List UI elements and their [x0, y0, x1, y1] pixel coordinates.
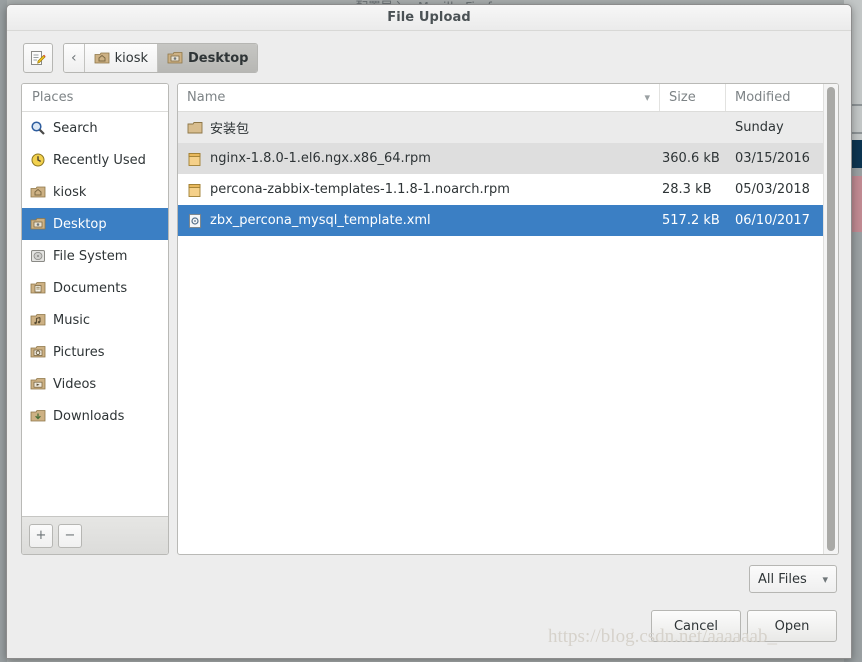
file-upload-dialog: File Upload ‹ kiosk Desktop Places Searc…	[6, 4, 852, 659]
file-list-rows: 安装包 Sunday nginx-1.8.0-1.el6.ngx.x86_64.…	[178, 112, 838, 554]
file-size-cell: 28.3 kB	[662, 182, 712, 197]
dialog-body: Places Search Recently Used kiosk Deskto…	[7, 83, 851, 555]
sidebar-item-documents[interactable]: Documents	[22, 272, 168, 304]
sidebar-item-label: Music	[53, 312, 90, 328]
file-type-filter-value: All Files	[758, 571, 807, 587]
remove-bookmark-button[interactable]: −	[58, 523, 82, 548]
column-header-modified-label: Modified	[735, 90, 791, 105]
file-name-label: nginx-1.8.0-1.el6.ngx.x86_64.rpm	[210, 151, 431, 166]
file-list-header: Name ▾ Size Modified	[178, 84, 838, 112]
sidebar-item-label: Documents	[53, 280, 128, 296]
dialog-title: File Upload	[387, 10, 471, 25]
desktop-folder-icon	[167, 50, 183, 66]
videos-folder-icon	[30, 376, 46, 392]
home-folder-icon	[94, 50, 110, 66]
sidebar-item-pictures[interactable]: Pictures	[22, 336, 168, 368]
sidebar-item-label: Desktop	[53, 216, 107, 232]
file-modified-cell: 06/10/2017	[735, 213, 810, 228]
xml-file-icon	[187, 213, 203, 229]
open-button[interactable]: Open	[747, 610, 837, 642]
table-row[interactable]: percona-zabbix-templates-1.1.8-1.noarch.…	[178, 174, 838, 205]
package-icon	[187, 151, 203, 167]
edit-pencil-icon	[30, 50, 46, 66]
folder-icon	[187, 120, 203, 136]
sidebar-item-label: Videos	[53, 376, 97, 392]
places-sidebar: Places Search Recently Used kiosk Deskto…	[21, 83, 169, 555]
file-modified-cell: 03/15/2016	[735, 151, 810, 166]
home-folder-icon	[30, 184, 46, 200]
pictures-folder-icon	[30, 344, 46, 360]
chevron-down-icon: ▾	[644, 91, 650, 104]
column-header-size-label: Size	[669, 90, 696, 105]
file-modified-cell: Sunday	[735, 120, 784, 135]
column-header-name-label: Name	[187, 90, 226, 105]
column-header-name[interactable]: Name ▾	[178, 84, 660, 111]
file-name-label: percona-zabbix-templates-1.1.8-1.noarch.…	[210, 182, 510, 197]
breadcrumb: ‹ kiosk Desktop	[63, 43, 259, 73]
cancel-button[interactable]: Cancel	[651, 610, 741, 642]
sidebar-item-kiosk[interactable]: kiosk	[22, 176, 168, 208]
sidebar-item-file-system[interactable]: File System	[22, 240, 168, 272]
file-size-cell: 360.6 kB	[662, 151, 720, 166]
file-type-filter-dropdown[interactable]: All Files ▾	[749, 565, 837, 593]
file-name-cell: percona-zabbix-templates-1.1.8-1.noarch.…	[178, 182, 660, 198]
recent-clock-icon	[30, 152, 46, 168]
documents-folder-icon	[30, 280, 46, 296]
package-icon	[187, 182, 203, 198]
sidebar-item-downloads[interactable]: Downloads	[22, 400, 168, 432]
breadcrumb-item-label: Desktop	[188, 50, 249, 66]
sidebar-item-label: kiosk	[53, 184, 87, 200]
downloads-folder-icon	[30, 408, 46, 424]
sidebar-item-label: Recently Used	[53, 152, 146, 168]
table-row[interactable]: 安装包 Sunday	[178, 112, 838, 143]
breadcrumb-back-button[interactable]: ‹	[64, 44, 85, 72]
file-name-label: zbx_percona_mysql_template.xml	[210, 213, 431, 228]
type-a-file-name-button[interactable]	[23, 43, 53, 73]
dialog-action-row: Cancel Open	[7, 603, 851, 655]
sidebar-item-desktop[interactable]: Desktop	[22, 208, 168, 240]
sidebar-item-label: Search	[53, 120, 98, 136]
column-header-size[interactable]: Size	[660, 84, 726, 111]
file-name-cell: zbx_percona_mysql_template.xml	[178, 213, 660, 229]
file-name-label: 安装包	[210, 122, 250, 137]
places-footer-toolbar: + −	[22, 516, 168, 554]
sidebar-item-label: File System	[53, 248, 128, 264]
search-icon	[30, 120, 46, 136]
sidebar-item-label: Pictures	[53, 344, 105, 360]
breadcrumb-item-kiosk[interactable]: kiosk	[84, 44, 159, 72]
desktop-folder-icon	[30, 216, 46, 232]
file-list-panel: Name ▾ Size Modified 安装包 Sunday nginx-1.…	[177, 83, 839, 555]
file-modified-cell: 05/03/2018	[735, 182, 810, 197]
file-size-cell: 517.2 kB	[662, 213, 720, 228]
breadcrumb-item-desktop[interactable]: Desktop	[158, 44, 258, 72]
sidebar-item-music[interactable]: Music	[22, 304, 168, 336]
table-row[interactable]: nginx-1.8.0-1.el6.ngx.x86_64.rpm 360.6 k…	[178, 143, 838, 174]
chevron-down-icon: ▾	[822, 572, 828, 586]
places-header: Places	[22, 84, 168, 112]
drive-icon	[30, 248, 46, 264]
sidebar-item-videos[interactable]: Videos	[22, 368, 168, 400]
file-name-cell: nginx-1.8.0-1.el6.ngx.x86_64.rpm	[178, 151, 660, 167]
column-header-modified[interactable]: Modified	[726, 84, 838, 111]
music-folder-icon	[30, 312, 46, 328]
breadcrumb-item-label: kiosk	[114, 50, 149, 66]
sidebar-item-label: Downloads	[53, 408, 125, 424]
add-bookmark-button[interactable]: +	[29, 523, 53, 548]
sidebar-item-search[interactable]: Search	[22, 112, 168, 144]
places-list: Search Recently Used kiosk Desktop File …	[22, 112, 168, 516]
table-row[interactable]: zbx_percona_mysql_template.xml 517.2 kB …	[178, 205, 838, 236]
dialog-titlebar: File Upload	[7, 5, 851, 31]
sidebar-item-recently-used[interactable]: Recently Used	[22, 144, 168, 176]
file-name-cell: 安装包	[178, 118, 660, 137]
dialog-toolbar: ‹ kiosk Desktop	[7, 31, 851, 83]
filter-row: All Files ▾	[7, 555, 851, 603]
file-list-scrollbar-thumb[interactable]	[827, 87, 835, 551]
file-list-scrollbar[interactable]	[823, 84, 838, 554]
